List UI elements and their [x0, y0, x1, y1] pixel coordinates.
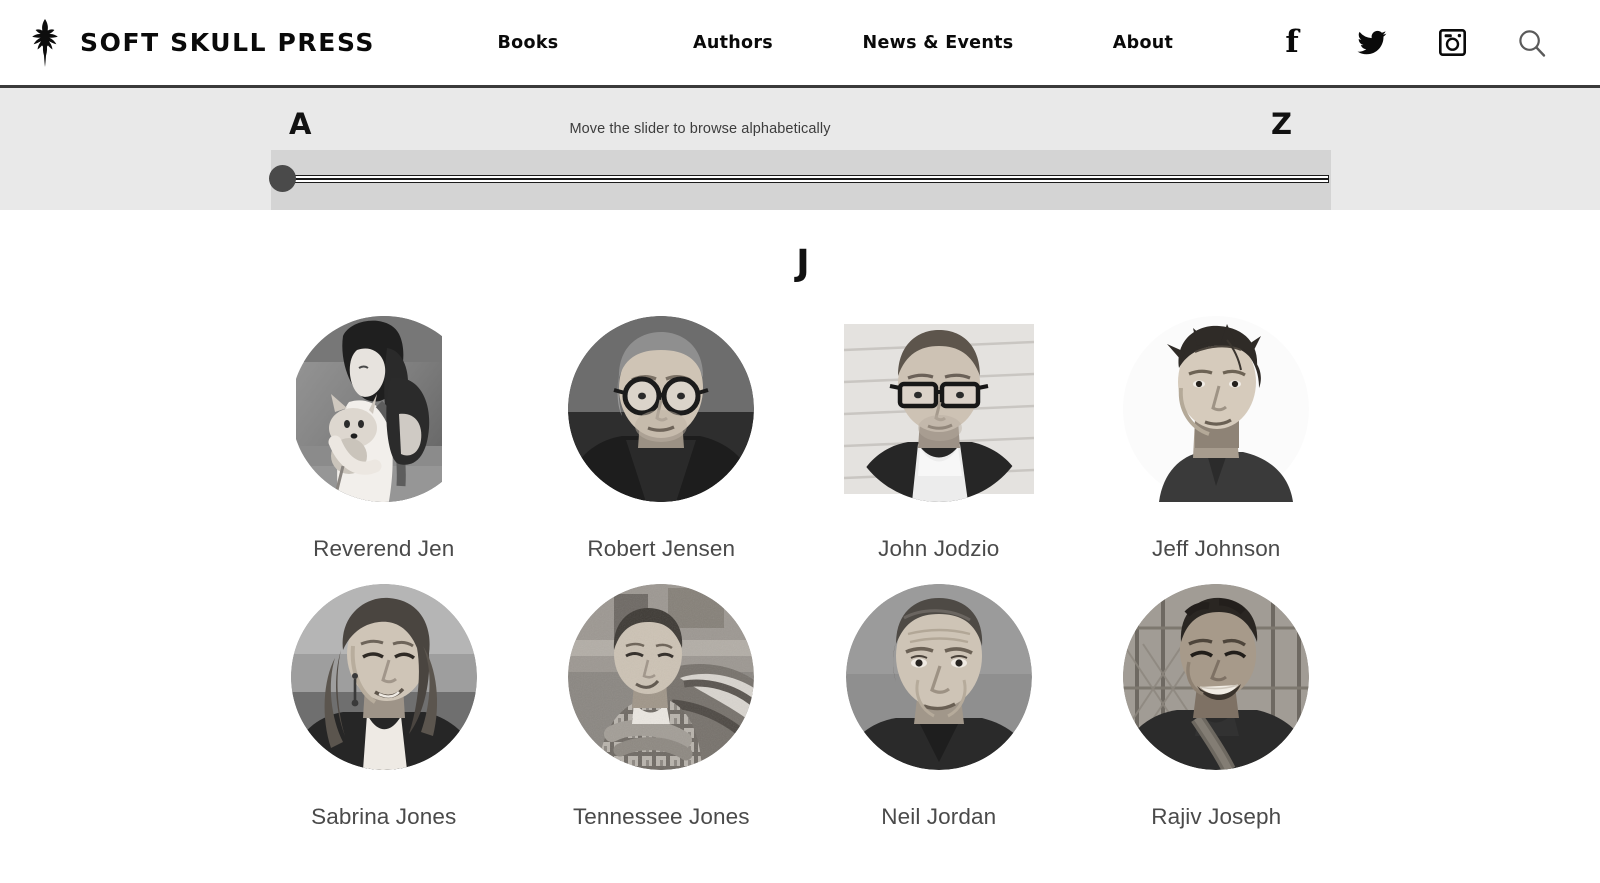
- main-nav: Books Authors News & Events About: [419, 25, 1252, 61]
- author-card[interactable]: Robert Jensen: [523, 316, 801, 584]
- instagram-icon[interactable]: [1412, 20, 1492, 66]
- portrait-neil-jordan: [845, 584, 1032, 770]
- author-name: Reverend Jen: [313, 536, 455, 561]
- nav-item-authors[interactable]: Authors: [631, 25, 836, 61]
- facebook-icon[interactable]: f: [1252, 20, 1332, 66]
- header-inner: SOFT SKULL PRESS Books Authors News & Ev…: [0, 14, 1600, 72]
- author-card[interactable]: Reverend Jen: [245, 316, 523, 584]
- author-grid: Reverend Jen Robert Jensen John Jodzio J…: [245, 316, 1355, 852]
- author-card[interactable]: Rajiv Joseph: [1078, 584, 1356, 852]
- portrait-reverend-jen: [290, 316, 477, 502]
- author-card[interactable]: Neil Jordan: [800, 584, 1078, 852]
- alphabet-slider-strip: A Z Move the slider to browse alphabetic…: [0, 88, 1600, 210]
- site-header: SOFT SKULL PRESS Books Authors News & Ev…: [0, 0, 1600, 88]
- facebook-glyph: f: [1285, 24, 1299, 60]
- portrait-robert-jensen: [568, 316, 755, 502]
- author-card[interactable]: Jeff Johnson: [1078, 316, 1356, 584]
- portrait-jeff-johnson: [1123, 316, 1310, 502]
- author-name: John Jodzio: [878, 536, 1000, 561]
- nav-item-news-events[interactable]: News & Events: [836, 25, 1041, 61]
- slider-hint-text: Move the slider to browse alphabetically: [569, 121, 831, 137]
- author-name: Jeff Johnson: [1152, 536, 1281, 561]
- search-icon[interactable]: [1492, 20, 1572, 66]
- portrait-sabrina-jones: [290, 584, 477, 770]
- author-name: Neil Jordan: [881, 804, 997, 829]
- nav-item-about[interactable]: About: [1041, 25, 1246, 61]
- twitter-icon[interactable]: [1332, 20, 1412, 66]
- author-name: Robert Jensen: [587, 536, 736, 561]
- beetle-logo-icon[interactable]: [24, 14, 66, 72]
- current-letter-heading: J: [796, 243, 810, 284]
- author-card[interactable]: Sabrina Jones: [245, 584, 523, 852]
- author-name: Sabrina Jones: [311, 804, 457, 829]
- slider-handle[interactable]: [269, 165, 296, 192]
- portrait-john-jodzio: [843, 316, 1034, 502]
- portrait-tennessee-jones: [568, 584, 755, 770]
- author-name: Rajiv Joseph: [1151, 804, 1282, 829]
- author-card[interactable]: Tennessee Jones: [523, 584, 801, 852]
- authors-section: J Reverend Jen Robert Jensen John Jodzio…: [0, 210, 1600, 852]
- portrait-rajiv-joseph: [1123, 584, 1310, 770]
- brand-title[interactable]: SOFT SKULL PRESS: [80, 28, 375, 57]
- social-links: f: [1252, 20, 1572, 66]
- slider-track[interactable]: [295, 176, 1328, 182]
- author-card[interactable]: John Jodzio: [800, 316, 1078, 584]
- author-name: Tennessee Jones: [572, 804, 750, 829]
- nav-item-books[interactable]: Books: [426, 25, 631, 61]
